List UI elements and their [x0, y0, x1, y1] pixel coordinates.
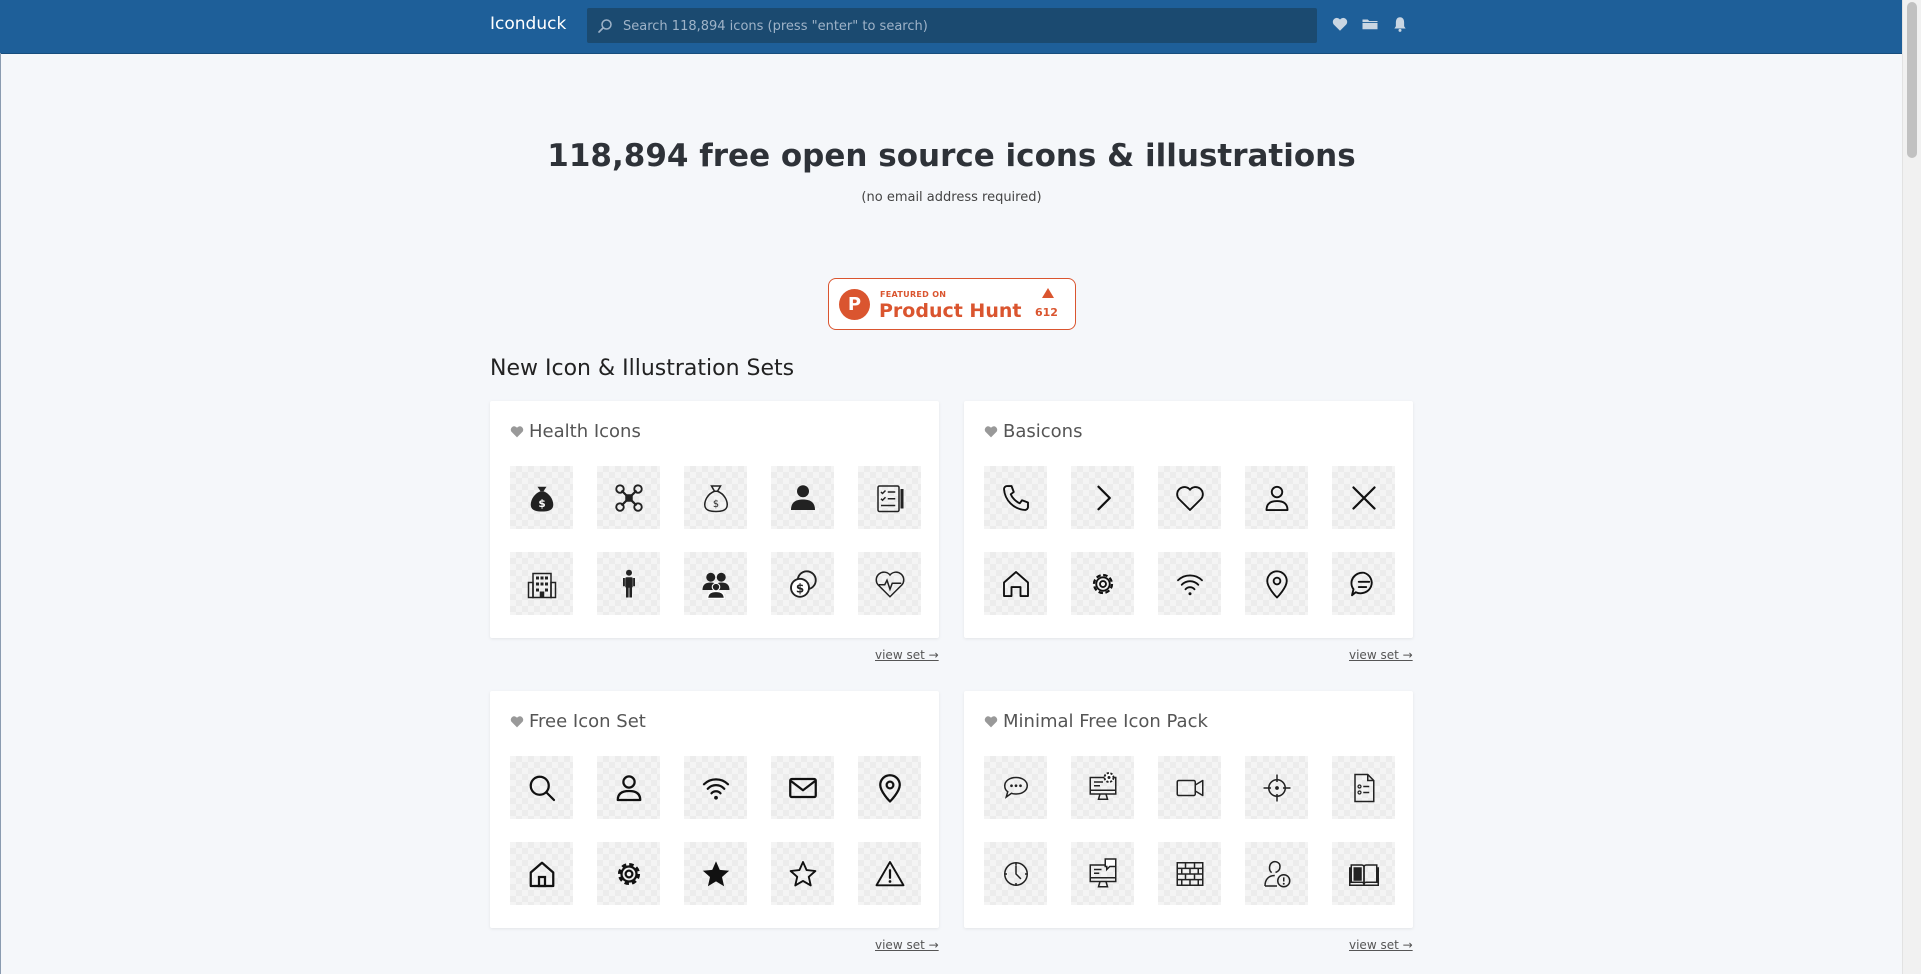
- product-hunt-votes: 612: [1035, 306, 1058, 319]
- svg-text:$: $: [712, 499, 718, 510]
- wifi-icon[interactable]: [684, 756, 747, 819]
- icon-set-card[interactable]: Health Icons $ $ $: [490, 401, 939, 638]
- money-bag-icon[interactable]: $: [510, 466, 573, 529]
- user-alert-icon[interactable]: [1245, 842, 1308, 905]
- search-box[interactable]: [587, 8, 1317, 45]
- home-icon[interactable]: [984, 552, 1047, 615]
- page-title: 118,894 free open source icons & illustr…: [547, 138, 1356, 174]
- standing-person-icon[interactable]: [597, 552, 660, 615]
- user-icon[interactable]: [597, 756, 660, 819]
- product-hunt-name: Product Hunt: [879, 300, 1022, 322]
- desktop-settings-icon[interactable]: [1071, 756, 1134, 819]
- page-subtitle: (no email address required): [861, 190, 1042, 205]
- location-pin-icon[interactable]: [1245, 552, 1308, 615]
- search-icon: [598, 19, 612, 33]
- search-input[interactable]: [621, 8, 1305, 45]
- favorite-heart-icon[interactable]: [510, 425, 524, 438]
- chat-icon[interactable]: [984, 756, 1047, 819]
- crosshair-icon[interactable]: [1245, 756, 1308, 819]
- top-navbar: Iconduck: [0, 0, 1903, 54]
- star-outline-icon[interactable]: [771, 842, 834, 905]
- brick-wall-icon[interactable]: [1158, 842, 1221, 905]
- clipboard-checklist-icon[interactable]: [858, 466, 921, 529]
- drone-icon[interactable]: [597, 466, 660, 529]
- video-camera-icon[interactable]: [1158, 756, 1221, 819]
- gear-icon[interactable]: [1071, 552, 1134, 615]
- document-list-icon[interactable]: [1332, 756, 1395, 819]
- product-hunt-featured-label: FEATURED ON: [880, 290, 947, 299]
- bell-icon[interactable]: [1391, 15, 1409, 33]
- icon-set-title[interactable]: Free Icon Set: [529, 711, 646, 732]
- favorite-heart-icon[interactable]: [510, 715, 524, 728]
- product-hunt-badge[interactable]: P FEATURED ON Product Hunt 612: [828, 278, 1076, 330]
- brand-logo[interactable]: Iconduck: [490, 14, 566, 34]
- scrollbar-thumb[interactable]: [1907, 2, 1917, 158]
- icon-set-title[interactable]: Minimal Free Icon Pack: [1003, 711, 1208, 732]
- view-set-link[interactable]: view set →: [1349, 648, 1413, 662]
- view-set-link[interactable]: view set →: [875, 938, 939, 952]
- favorite-heart-icon[interactable]: [984, 715, 998, 728]
- product-hunt-logo: P: [839, 289, 870, 320]
- chat-bubble-icon[interactable]: [1332, 552, 1395, 615]
- upvote-arrow-icon: [1042, 288, 1054, 298]
- book-icon[interactable]: [1332, 842, 1395, 905]
- user-outline-icon[interactable]: [1245, 466, 1308, 529]
- svg-text:$: $: [538, 498, 545, 510]
- icon-set-card[interactable]: Free Icon Set: [490, 691, 939, 928]
- hospital-building-icon[interactable]: [510, 552, 573, 615]
- view-set-link[interactable]: view set →: [875, 648, 939, 662]
- clock-icon[interactable]: [984, 842, 1047, 905]
- group-icon[interactable]: [684, 552, 747, 615]
- vertical-scrollbar[interactable]: [1902, 0, 1921, 974]
- icon-set-card[interactable]: Basicons: [964, 401, 1413, 638]
- home-icon[interactable]: [510, 842, 573, 905]
- gear-icon[interactable]: [597, 842, 660, 905]
- warning-icon[interactable]: [858, 842, 921, 905]
- money-bag-outline-icon[interactable]: $: [684, 466, 747, 529]
- wifi-icon[interactable]: [1158, 552, 1221, 615]
- star-filled-icon[interactable]: [684, 842, 747, 905]
- mail-icon[interactable]: [771, 756, 834, 819]
- phone-icon[interactable]: [984, 466, 1047, 529]
- heart-pulse-icon[interactable]: [858, 552, 921, 615]
- desktop-chat-icon[interactable]: [1071, 842, 1134, 905]
- person-icon[interactable]: [771, 466, 834, 529]
- svg-text:$: $: [795, 581, 803, 595]
- section-title: New Icon & Illustration Sets: [490, 356, 795, 381]
- coins-icon[interactable]: $: [771, 552, 834, 615]
- search-icon[interactable]: [510, 756, 573, 819]
- icon-set-title[interactable]: Health Icons: [529, 421, 641, 442]
- folder-icon[interactable]: [1361, 15, 1379, 33]
- icon-set-title[interactable]: Basicons: [1003, 421, 1082, 442]
- location-pin-icon[interactable]: [858, 756, 921, 819]
- icon-set-card[interactable]: Minimal Free Icon Pack: [964, 691, 1413, 928]
- favorite-heart-icon[interactable]: [984, 425, 998, 438]
- heart-outline-icon[interactable]: [1158, 466, 1221, 529]
- chevron-right-icon[interactable]: [1071, 466, 1134, 529]
- heart-icon[interactable]: [1331, 15, 1349, 33]
- close-icon[interactable]: [1332, 466, 1395, 529]
- view-set-link[interactable]: view set →: [1349, 938, 1413, 952]
